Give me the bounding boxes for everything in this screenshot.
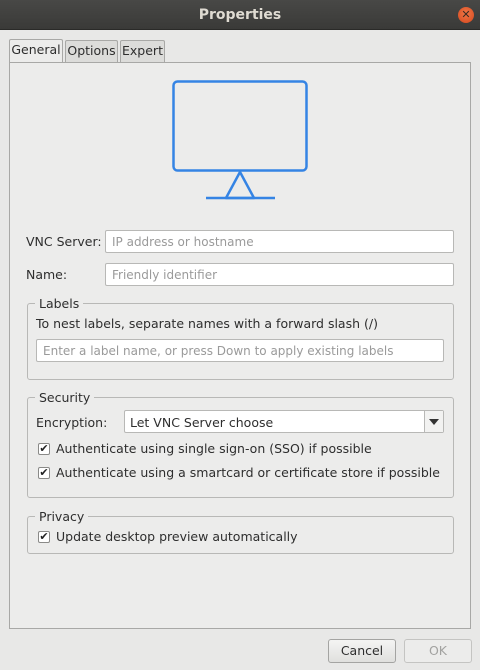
labels-hint: To nest labels, separate names with a fo… (36, 316, 378, 331)
ok-button[interactable]: OK (404, 639, 472, 663)
chevron-down-icon[interactable] (424, 411, 443, 432)
sso-checkbox[interactable]: ✔ (38, 443, 50, 455)
labels-group-title: Labels (35, 296, 84, 311)
sso-label: Authenticate using single sign-on (SSO) … (56, 441, 372, 456)
close-icon[interactable]: ✕ (458, 7, 474, 23)
tab-options[interactable]: Options (65, 40, 118, 62)
security-group-title: Security (35, 390, 95, 405)
window-title: Properties (198, 7, 282, 23)
preview-checkbox[interactable]: ✔ (38, 531, 50, 543)
labels-input[interactable] (36, 339, 444, 362)
encryption-value: Let VNC Server choose (130, 415, 274, 430)
privacy-group-title: Privacy (35, 509, 89, 524)
name-label: Name: (26, 267, 68, 282)
preview-label: Update desktop preview automatically (56, 529, 298, 544)
encryption-select[interactable]: Let VNC Server choose (124, 410, 444, 433)
name-input[interactable] (105, 263, 454, 286)
smartcard-checkbox[interactable]: ✔ (38, 467, 50, 479)
vnc-server-input[interactable] (105, 230, 454, 253)
title-bar: Properties ✕ (0, 0, 480, 30)
vnc-server-label: VNC Server: (26, 234, 102, 249)
tab-expert[interactable]: Expert (120, 40, 165, 62)
smartcard-label: Authenticate using a smartcard or certif… (56, 465, 440, 480)
monitor-icon (172, 80, 308, 200)
cancel-button[interactable]: Cancel (328, 639, 396, 663)
tab-general[interactable]: General (9, 39, 63, 62)
encryption-label: Encryption: (36, 415, 108, 430)
